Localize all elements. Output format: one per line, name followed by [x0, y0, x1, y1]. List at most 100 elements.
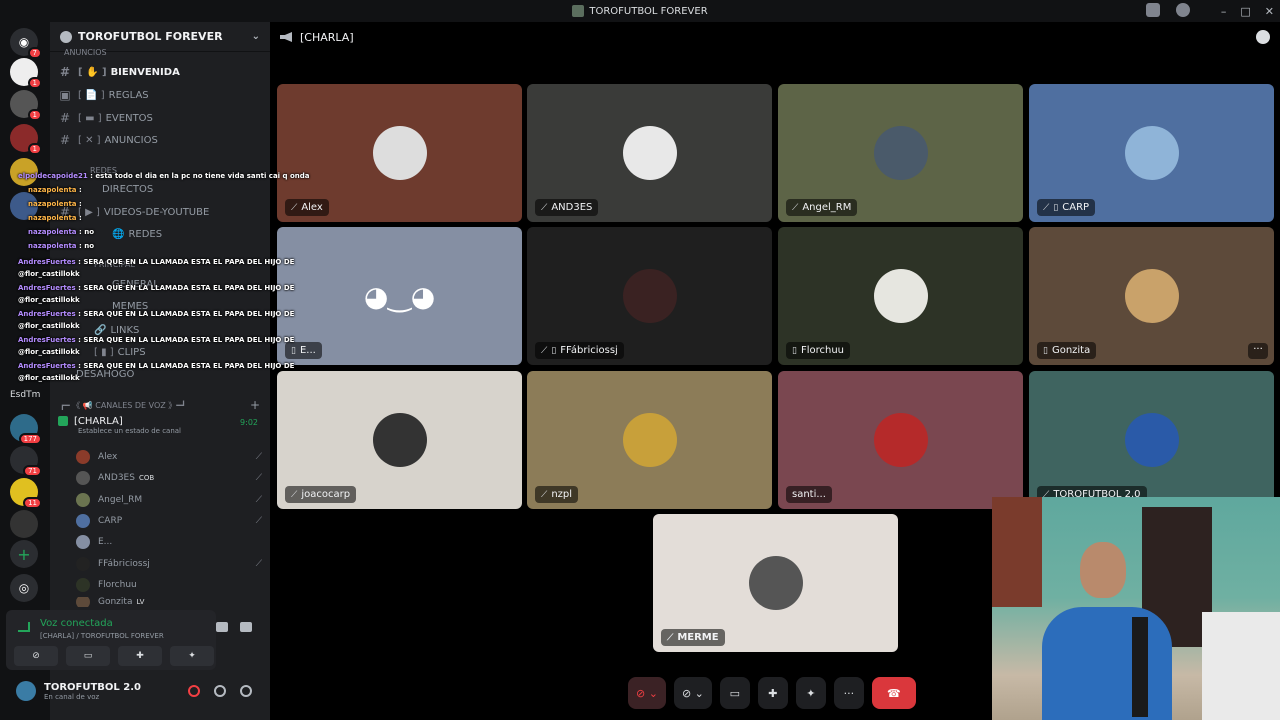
guild-name: TOROFUTBOL FOREVER: [78, 30, 223, 43]
hash-icon: #: [59, 133, 71, 147]
disconnect-icon[interactable]: [240, 622, 252, 632]
chat-line: @flor_castillokk: [18, 374, 278, 388]
guild-icon: [60, 30, 72, 43]
voice-member[interactable]: Gonzita LV: [76, 597, 262, 607]
discord-home-icon[interactable]: ◉ 7: [10, 28, 42, 59]
avatar: [622, 269, 677, 323]
voice-member[interactable]: Alex ⟋: [76, 448, 262, 466]
voice-member[interactable]: CARP ⟋: [76, 512, 262, 530]
chat-text: SERA QUE EN LA LLAMADA ESTA EL PAPA DEL …: [83, 258, 295, 266]
chat-text: SERA QUE EN LA LLAMADA ESTA EL PAPA DEL …: [83, 284, 295, 292]
avatar[interactable]: [16, 681, 36, 701]
participant-tile[interactable]: ⟋ MERME: [653, 514, 898, 652]
server-icon[interactable]: 177: [10, 414, 42, 445]
discover-icon[interactable]: ◎: [10, 574, 38, 602]
category-anuncios[interactable]: ANUNCIOS: [64, 48, 107, 57]
voice-channel-name: [CHARLA]: [74, 416, 123, 427]
server-icon[interactable]: 1: [10, 90, 42, 121]
participant-tile[interactable]: ⟋ nzpl: [527, 371, 772, 509]
participant-tile[interactable]: ⟋ ▯ FFábriciossj: [527, 227, 772, 365]
camera-toggle-button[interactable]: ⊘ ⌄: [673, 677, 712, 709]
close-button[interactable]: ✕: [1265, 5, 1274, 18]
participant-tile[interactable]: ⟋ joacocarp: [277, 371, 522, 509]
screen-share-button[interactable]: ▭: [719, 677, 750, 709]
more-button[interactable]: ···: [833, 677, 864, 709]
call-timer: 9:02: [240, 418, 258, 427]
voice-member[interactable]: Angel_RM ⟋: [76, 491, 262, 509]
participant-tile[interactable]: ◕‿◕ ▯ E...: [277, 227, 522, 365]
notification-badge: 1: [27, 77, 42, 89]
voice-member[interactable]: E...: [76, 533, 262, 551]
server-icon[interactable]: 71: [10, 446, 42, 477]
channel-bienvenida[interactable]: # [ ✋ ] BIENVENIDA: [58, 62, 258, 82]
minimize-button[interactable]: –: [1221, 5, 1227, 18]
chat-user: AndresFuertes: [18, 362, 76, 370]
mic-muted-icon: ⟋: [255, 495, 262, 505]
avatar: [372, 413, 427, 467]
channel-status[interactable]: Establece un estado de canal: [78, 427, 264, 435]
voice-member[interactable]: FFábriciossj ⟋: [76, 555, 262, 573]
camera-off-button[interactable]: ⊘: [14, 646, 58, 666]
channel-label: BIENVENIDA: [110, 66, 180, 78]
activities-button[interactable]: ✚: [757, 677, 788, 709]
mic-muted-icon[interactable]: [188, 685, 200, 697]
chat-user: AndresFuertes: [18, 284, 76, 292]
stage-header: [CHARLA]: [270, 22, 1280, 52]
participant-tile[interactable]: ⟋ Angel_RM: [778, 84, 1023, 222]
chat-line: nazapolenta :: [28, 186, 82, 194]
participant-tile[interactable]: ▯ Florchuu: [778, 227, 1023, 365]
add-channel-icon[interactable]: +: [250, 398, 260, 412]
member-name: Gonzita: [98, 597, 133, 607]
server-icon[interactable]: 11: [10, 478, 42, 509]
discord-icon: ◕‿◕: [363, 279, 436, 313]
headphones-icon[interactable]: [214, 685, 226, 697]
channel-eventos[interactable]: # [ ▬ ] EVENTOS: [58, 108, 258, 128]
activities-button[interactable]: ✚: [118, 646, 162, 666]
maximize-button[interactable]: □: [1240, 5, 1250, 18]
noise-suppression-icon[interactable]: [216, 622, 228, 632]
chat-line: nazapolenta :: [28, 214, 82, 222]
hash-icon: #: [59, 111, 71, 125]
channel-label: REGLAS: [108, 89, 149, 101]
participant-label: ⟋ ▯ CARP: [1037, 199, 1096, 216]
help-icon[interactable]: [1176, 3, 1190, 17]
participant-tile[interactable]: ⟋ Alex: [277, 84, 522, 222]
screen-share-button[interactable]: ▭: [66, 646, 110, 666]
soundboard-button[interactable]: ✦: [795, 677, 826, 709]
mute-toggle-button[interactable]: ⊘ ⌄: [628, 677, 666, 709]
chat-line: @flor_castillokk: [18, 322, 278, 336]
participant-tile[interactable]: ⟋ TOROFUTBOL 2.0: [1029, 371, 1274, 509]
inbox-icon[interactable]: [1146, 3, 1160, 17]
voice-member[interactable]: Florchuu: [76, 576, 262, 594]
participant-tile[interactable]: ⟋ AND3ES: [527, 84, 772, 222]
participant-label: ⟋ MERME: [661, 629, 725, 646]
category-voz[interactable]: ┏━ 《 📢 CANALES DE VOZ 》━┛: [60, 400, 186, 411]
add-server-icon[interactable]: +: [10, 540, 38, 568]
voice-member[interactable]: AND3ES COB ⟋: [76, 469, 262, 487]
avatar: [622, 413, 677, 467]
mic-muted-icon: ⟋: [541, 345, 548, 356]
soundboard-button[interactable]: ✦: [170, 646, 214, 666]
phone-icon: ▯: [291, 345, 296, 356]
voice-status[interactable]: Voz conectada: [40, 618, 113, 629]
gear-icon[interactable]: [240, 685, 252, 697]
server-icon[interactable]: 1: [10, 124, 42, 155]
participant-name: joacocarp: [301, 489, 351, 500]
participant-label: ⟋ joacocarp: [285, 486, 357, 503]
voice-channel-charla[interactable]: [CHARLA] Establece un estado de canal 9:…: [58, 416, 264, 442]
chevron-down-icon: ⌄: [251, 31, 260, 42]
server-icon[interactable]: [10, 510, 38, 538]
channel-anuncios[interactable]: # [ ✕ ] ANUNCIOS: [58, 130, 258, 150]
speaker-icon: [58, 416, 68, 426]
participant-label: ⟋ nzpl: [535, 486, 579, 503]
voice-location[interactable]: [CHARLA] / TOROFUTBOL FOREVER: [40, 632, 164, 640]
server-icon[interactable]: 1: [10, 58, 42, 89]
chat-icon[interactable]: [1256, 30, 1270, 44]
participant-tile[interactable]: santi...: [778, 371, 1023, 509]
participant-tile[interactable]: ⟋ ▯ CARP: [1029, 84, 1274, 222]
channel-reglas[interactable]: ▣ [ 📄 ] REGLAS: [58, 85, 258, 105]
leave-call-button[interactable]: ☎: [871, 677, 916, 709]
participant-tile[interactable]: ▯ Gonzita ···: [1029, 227, 1274, 365]
participant-name: Alex: [301, 202, 323, 213]
more-options-button[interactable]: ···: [1248, 343, 1268, 359]
